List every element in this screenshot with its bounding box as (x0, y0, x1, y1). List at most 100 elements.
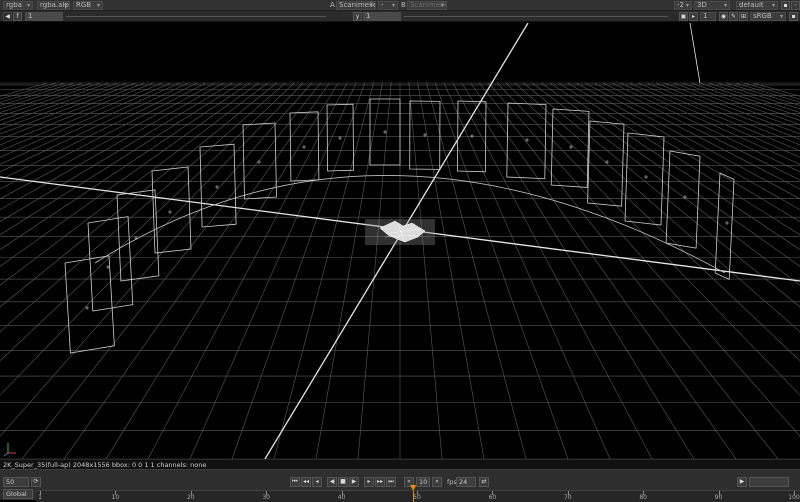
step-forward-icon[interactable]: » (432, 477, 442, 487)
current-frame-field[interactable]: 50 (3, 477, 29, 487)
roi-icon[interactable]: ▣ (679, 12, 688, 21)
input-b-dropdown[interactable]: Scanimellen▾ (407, 1, 447, 10)
chevron-down-icon: ▾ (440, 2, 444, 9)
chevron-down-icon: ▾ (26, 2, 30, 9)
paint-icon[interactable]: ✎ (729, 12, 738, 21)
camera-card (242, 122, 277, 200)
camera-crosshair-icon (470, 134, 474, 138)
merge-op-value: - (381, 1, 384, 9)
camera-card (64, 255, 115, 354)
view-mode-value: 3D (697, 1, 707, 9)
channels-value: rgba (6, 1, 22, 9)
view-mode-dropdown[interactable]: 3D ▾ (694, 1, 730, 10)
camera-crosshair-icon (257, 160, 261, 164)
frame-field[interactable]: 1 (700, 12, 716, 21)
chevron-down-icon: ▾ (63, 2, 67, 9)
last-frame-icon[interactable]: ⏭ (386, 477, 396, 487)
colorspace-dropdown[interactable]: RGB ▾ (73, 1, 103, 10)
next-keyframe-icon[interactable]: ▸▸ (375, 477, 385, 487)
camera-card (87, 216, 134, 312)
gamma-slider[interactable] (404, 16, 668, 17)
proxy-dropdown[interactable]: -2 ▾ (674, 1, 692, 10)
viewer-toolbar-second: ◀ f 1 y 1 ▣ ▸ 1 ◉ ✎ ⊞ sRGB ▾ ▪ (0, 11, 800, 22)
camera-crosshair-icon (725, 221, 729, 225)
viewer-settings-icon[interactable]: ▪ (789, 12, 798, 21)
prev-frame-icon[interactable]: ◂ (312, 477, 322, 487)
loop-icon[interactable]: ⇄ (479, 477, 489, 487)
first-frame-icon[interactable]: ⏮ (290, 477, 300, 487)
center-geometry (365, 219, 435, 245)
format-info-text: 2K_Super_35(full-ap) 2048x1556 bbox: 0 0… (3, 461, 207, 469)
gamma-value: 1 (366, 12, 371, 20)
play-backward-icon[interactable]: ◀ (327, 477, 337, 487)
gain-toggle-icon[interactable]: ◀ (3, 12, 12, 21)
lut-value: sRGB (753, 12, 772, 20)
viewer-info-bar: 2K_Super_35(full-ap) 2048x1556 bbox: 0 0… (0, 459, 800, 469)
chevron-down-icon: ▾ (723, 2, 727, 9)
overlay-icon[interactable]: ⊞ (739, 12, 748, 21)
current-frame-value: 50 (6, 478, 15, 486)
camera-card (151, 166, 192, 254)
input-a-label: A (330, 1, 335, 9)
fps-value: 24 (459, 478, 468, 486)
chevron-down-icon: ▾ (96, 2, 100, 9)
timeline-ruler[interactable]: 1 10 20 30 40 50 60 70 80 90 100 (36, 485, 800, 502)
flipbook-icon[interactable]: ▶ (737, 477, 747, 487)
merge-op-dropdown[interactable]: - ▾ (378, 1, 398, 10)
gain-value: 1 (28, 12, 33, 20)
frame-mode-icon[interactable]: ▸ (689, 12, 698, 21)
channels-dropdown[interactable]: rgba ▾ (3, 1, 33, 10)
scope-value: Global (6, 490, 27, 498)
camera-card (506, 102, 547, 180)
playback-controls: 50 ⟳ Global ⏮ ◂◂ ◂ ◀ ■ ▶ ▸ ▸▸ ⏭ « 10 » f… (0, 469, 800, 502)
step-value: 10 (419, 478, 428, 486)
gamma-reset-icon[interactable]: y (353, 12, 362, 21)
colorspace-value: RGB (76, 1, 92, 9)
stop-icon[interactable]: ■ (338, 477, 348, 487)
lut-dropdown[interactable]: sRGB ▾ (750, 12, 786, 21)
sync-icon[interactable]: ⟳ (31, 477, 41, 487)
camera-dropdown[interactable]: default ▾ (736, 1, 778, 10)
camera-card (289, 111, 320, 182)
gain-field[interactable]: 1 (25, 12, 63, 21)
viewer-toolbar-top: rgba▾ rgba.alpha▾ RGB▾ A Scanimellen▾ -▾… (0, 0, 800, 11)
input-a-dropdown[interactable]: Scanimellen▾ (336, 1, 376, 10)
gain-slider[interactable] (66, 16, 326, 17)
camera-crosshair-icon (605, 160, 609, 164)
3d-scene (0, 23, 800, 459)
settings-icon[interactable]: ◦ (791, 1, 800, 10)
camera-crosshair-icon (302, 145, 306, 149)
prev-keyframe-icon[interactable]: ◂◂ (301, 477, 311, 487)
axis-gizmo (3, 443, 16, 457)
chevron-down-icon: ▾ (369, 2, 373, 9)
step-field[interactable]: 10 (416, 477, 430, 487)
camera-card (587, 120, 625, 207)
chevron-down-icon: ▾ (771, 2, 775, 9)
fps-field[interactable]: 24 (456, 477, 476, 487)
frame-value: 1 (703, 12, 708, 20)
gamma-field[interactable]: 1 (363, 12, 401, 21)
gain-reset-icon[interactable]: f (13, 12, 22, 21)
lock-icon[interactable]: ▪ (781, 1, 790, 10)
clip-warning-icon[interactable]: ◉ (719, 12, 728, 21)
camera-crosshair-icon (168, 210, 172, 214)
next-frame-icon[interactable]: ▸ (364, 477, 374, 487)
play-forward-icon[interactable]: ▶ (349, 477, 359, 487)
camera-crosshair-icon (383, 130, 387, 134)
chevron-down-icon: ▾ (779, 13, 783, 20)
camera-card (199, 143, 237, 228)
camera-value: default (739, 1, 764, 9)
scope-dropdown[interactable]: Global (3, 489, 33, 499)
camera-card (116, 189, 160, 282)
3d-viewport[interactable] (0, 23, 800, 459)
playhead-line (413, 491, 415, 502)
chevron-down-icon: ▾ (391, 2, 395, 9)
proxy-value: -2 (677, 1, 684, 9)
camera-card (665, 150, 701, 249)
channel-alpha-dropdown[interactable]: rgba.alpha▾ (37, 1, 70, 10)
chevron-down-icon: ▾ (685, 2, 689, 9)
camera-crosshair-icon (644, 175, 648, 179)
y-axis-line (689, 23, 701, 84)
camera-card (714, 172, 735, 281)
end-frame-field[interactable] (749, 477, 789, 487)
